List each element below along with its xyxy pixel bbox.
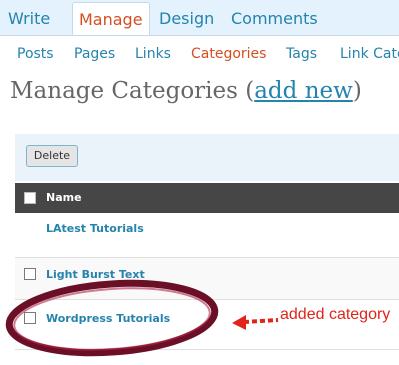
top-tab-design[interactable]: Design (159, 9, 214, 29)
sub-tab-links[interactable]: Links (135, 45, 171, 63)
add-new-link[interactable]: add new (254, 78, 353, 104)
category-link[interactable]: LAtest Tutorials (46, 222, 144, 236)
wordpress-admin-page: Write Manage Design Comments Posts Pages… (0, 0, 399, 365)
annotation-label: added category (280, 306, 391, 323)
page-title-prefix: Manage Categories ( (10, 78, 255, 104)
top-tab-comments[interactable]: Comments (231, 9, 318, 29)
page-title: Manage Categories (add new) (10, 76, 362, 106)
table-row: LAtest Tutorials (15, 213, 399, 258)
sub-tab-pages[interactable]: Pages (74, 45, 115, 63)
select-all-checkbox[interactable] (24, 192, 36, 204)
top-tab-write[interactable]: Write (8, 9, 50, 29)
top-menu-divider (0, 35, 399, 36)
top-menu: Write Manage Design Comments (0, 0, 399, 36)
sub-tab-posts[interactable]: Posts (17, 45, 54, 63)
top-tab-manage[interactable]: Manage (72, 2, 150, 36)
sub-tab-link-categories[interactable]: Link Cate (340, 45, 399, 63)
dashed-arrow-icon (232, 315, 279, 330)
table-header: Name (15, 183, 399, 213)
column-header-name[interactable]: Name (46, 191, 82, 205)
bulk-action-bar: Delete (15, 134, 399, 181)
delete-button[interactable]: Delete (26, 145, 78, 167)
sub-tab-tags[interactable]: Tags (286, 45, 317, 63)
page-title-suffix: ) (352, 78, 362, 104)
sub-tab-categories[interactable]: Categories (191, 45, 266, 63)
highlight-ellipse (5, 279, 219, 357)
